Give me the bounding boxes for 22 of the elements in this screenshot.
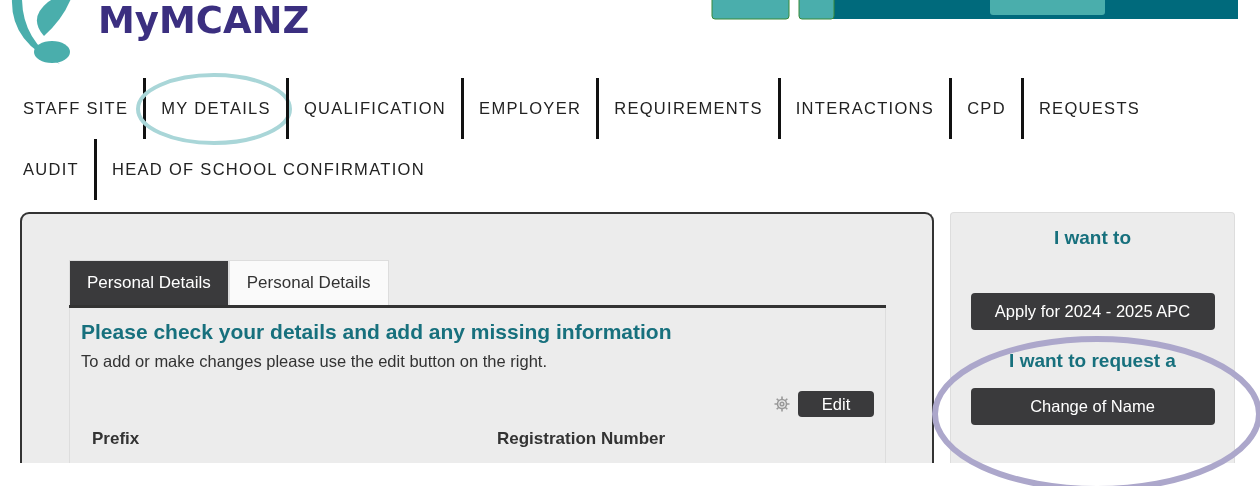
edit-button[interactable]: Edit	[798, 391, 874, 417]
action-button[interactable]: Apply for 2024 - 2025 APC	[970, 293, 1215, 330]
instructions-text: To add or make changes please use the edit button on the right.	[81, 352, 548, 371]
nav-link[interactable]: AUDIT	[23, 139, 94, 200]
nav-link[interactable]: EMPLOYER	[461, 78, 597, 139]
tab[interactable]: Personal Details	[228, 260, 389, 305]
logo-text: MyMCANZ	[98, 2, 310, 39]
field-label: Registration Number	[497, 429, 667, 449]
nav-link[interactable]: STAFF SITE	[23, 78, 144, 139]
nav-link[interactable]: REQUIREMENTS	[596, 78, 778, 139]
action-button[interactable]: Change of Name	[970, 388, 1215, 425]
tab[interactable]: Personal Details	[69, 260, 229, 305]
section-heading: Please check your details and add any missing information	[81, 320, 673, 344]
nav-link[interactable]: REQUESTS	[1020, 78, 1141, 139]
sidebar-heading: I want to	[1053, 226, 1132, 250]
nav-link[interactable]: CPD	[949, 78, 1021, 139]
settings-icon[interactable]	[774, 396, 790, 412]
nav-link[interactable]: HEAD OF SCHOOL CONFIRMATION	[94, 139, 425, 200]
nav-link[interactable]: QUALIFICATION	[285, 78, 462, 139]
sidebar-heading: I want to request a	[1009, 349, 1176, 373]
field-label: Prefix	[92, 429, 141, 449]
nav-link[interactable]: INTERACTIONS	[777, 78, 950, 139]
